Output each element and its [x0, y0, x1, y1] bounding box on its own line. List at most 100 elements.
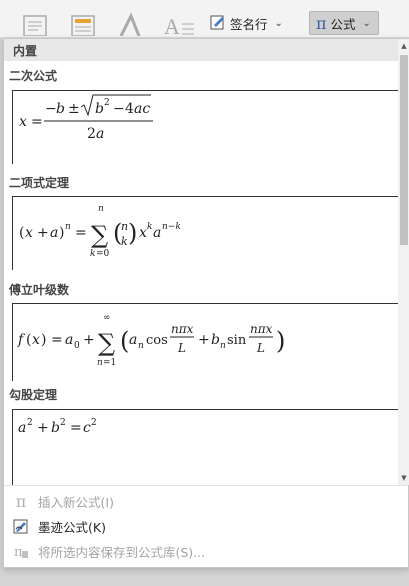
svg-text:=1: =1	[103, 358, 116, 368]
signature-line-button[interactable]: 签名行 ⌄	[204, 11, 289, 35]
svg-text:n: n	[65, 222, 71, 232]
equation-title-fourier: 傅立叶级数	[9, 283, 70, 297]
chevron-down-icon: ⌄	[362, 17, 371, 29]
equation-item-fourier[interactable]: f ( x ) = a 0 + ∞ ∑ n =1 ( a n cos nπx L…	[12, 303, 398, 381]
svg-text:4: 4	[125, 101, 134, 117]
svg-text:L: L	[177, 341, 186, 355]
svg-text:x: x	[139, 225, 147, 241]
svg-text:±: ±	[68, 101, 80, 117]
svg-text:x: x	[19, 114, 27, 130]
binomial-theorem-math: ( x + a ) n = n ∑ k =0 ( n k ) x k a n−k	[19, 204, 181, 259]
ink-equation-menu-item[interactable]: 墨迹公式(K)	[4, 514, 408, 538]
scroll-up-arrow-icon[interactable]: ▲	[398, 39, 409, 53]
svg-text:∑: ∑	[91, 221, 108, 249]
svg-text:2: 2	[60, 418, 66, 428]
svg-text:): )	[59, 225, 64, 241]
svg-text:x: x	[32, 332, 40, 348]
svg-text:2: 2	[91, 418, 97, 428]
wordart-icon[interactable]	[117, 12, 145, 37]
scroll-thumb[interactable]	[400, 55, 408, 245]
equation-item-binomial[interactable]: ( x + a ) n = n ∑ k =0 ( n k ) x k a n−k	[12, 196, 398, 270]
svg-text:): )	[128, 219, 137, 247]
ribbon-strip: A 签名行 ⌄ π 公式 ⌄	[0, 0, 409, 39]
svg-text:ac: ac	[134, 101, 150, 117]
menu-divider	[4, 485, 408, 486]
svg-text:nπx: nπx	[171, 322, 194, 336]
svg-text:a: a	[18, 420, 26, 436]
gallery-scrollbar[interactable]: ▲ ▼	[398, 39, 409, 485]
svg-text:): )	[41, 332, 46, 348]
svg-text:(: (	[26, 332, 31, 348]
equation-gallery-list: 二次公式 x = − b ± b 2 − 4 ac 2 a 二项式定理 (x …	[4, 61, 398, 485]
svg-text:−: −	[113, 101, 125, 117]
equation-item-pythagorean[interactable]: a 2 + b 2 = c 2	[12, 409, 398, 485]
svg-text:c: c	[83, 420, 91, 436]
signature-icon	[210, 14, 226, 33]
svg-text:a: a	[129, 332, 137, 348]
drop-cap-icon[interactable]: A	[162, 12, 196, 39]
svg-text:b: b	[95, 101, 104, 117]
svg-text:π: π	[14, 545, 23, 559]
svg-text:n−k: n−k	[162, 222, 181, 232]
equation-title-pythagorean: 勾股定理	[9, 388, 58, 402]
svg-text:2: 2	[87, 126, 96, 142]
svg-text:=: =	[51, 332, 63, 348]
svg-text:n: n	[98, 204, 104, 214]
pi-icon: π	[316, 13, 327, 33]
save-to-equation-gallery-menu-item[interactable]: π 将所选内容保存到公式库(S)...	[4, 539, 408, 563]
svg-text:+: +	[83, 332, 95, 348]
fourier-series-math: f ( x ) = a 0 + ∞ ∑ n =1 ( a n cos nπx L…	[17, 313, 285, 368]
svg-text:0: 0	[74, 341, 80, 351]
equation-title-binomial: 二项式定理	[9, 176, 70, 190]
svg-text:b: b	[56, 101, 65, 117]
svg-text:k: k	[121, 235, 128, 248]
svg-text:b: b	[211, 332, 220, 348]
svg-text:+: +	[37, 225, 49, 241]
svg-text:a: a	[50, 225, 58, 241]
svg-text:+: +	[37, 420, 49, 436]
svg-text:cos: cos	[146, 333, 168, 348]
svg-text:A: A	[164, 14, 180, 36]
svg-text:x: x	[25, 225, 33, 241]
svg-text:a: a	[96, 126, 104, 142]
svg-text:): )	[276, 327, 285, 355]
scroll-down-arrow-icon[interactable]: ▼	[398, 471, 409, 485]
equation-title-quadratic: 二次公式	[9, 69, 58, 83]
save-equation-icon: π	[4, 543, 38, 559]
section-header-builtin: 内置	[4, 39, 398, 61]
svg-text:f: f	[17, 332, 26, 348]
svg-text:(: (	[120, 327, 129, 355]
svg-text:=0: =0	[96, 249, 110, 259]
equation-gallery-dropdown: 内置 二次公式 x = − b ± b 2 − 4 ac 2 a 二项式定理 (…	[3, 38, 409, 568]
svg-text:k: k	[90, 249, 95, 259]
svg-text:n: n	[220, 341, 226, 351]
svg-text:−: −	[45, 101, 57, 117]
svg-text:b: b	[51, 420, 60, 436]
svg-text:sin: sin	[227, 333, 247, 348]
pythagorean-theorem-math: a 2 + b 2 = c 2	[18, 418, 97, 436]
pi-icon: π	[15, 491, 27, 511]
svg-text:a: a	[65, 332, 73, 348]
equation-item-quadratic[interactable]: x = − b ± b 2 − 4 ac 2 a	[12, 90, 398, 164]
svg-text:2: 2	[104, 98, 110, 108]
svg-text:L: L	[256, 341, 265, 355]
insert-new-equation-menu-item[interactable]: π 插入新公式(I)	[4, 489, 408, 513]
svg-text:=: =	[70, 420, 82, 436]
quadratic-formula-math: x = − b ± b 2 − 4 ac 2 a	[19, 94, 153, 142]
svg-text:=: =	[31, 114, 43, 130]
equation-button[interactable]: π 公式 ⌄	[309, 11, 379, 35]
quick-parts-icon[interactable]	[70, 12, 98, 37]
ink-equation-icon	[4, 518, 38, 534]
svg-text:∞: ∞	[103, 313, 111, 323]
chevron-down-icon: ⌄	[274, 17, 283, 29]
svg-text:2: 2	[27, 418, 33, 428]
svg-text:+: +	[198, 332, 210, 348]
svg-text:n: n	[138, 341, 144, 351]
svg-text:k: k	[147, 222, 152, 232]
svg-text:a: a	[153, 225, 161, 241]
svg-text:∑: ∑	[98, 329, 115, 357]
text-box-icon[interactable]	[22, 12, 50, 37]
svg-text:=: =	[75, 225, 87, 241]
svg-text:nπx: nπx	[250, 322, 273, 336]
svg-text:(: (	[19, 225, 24, 241]
